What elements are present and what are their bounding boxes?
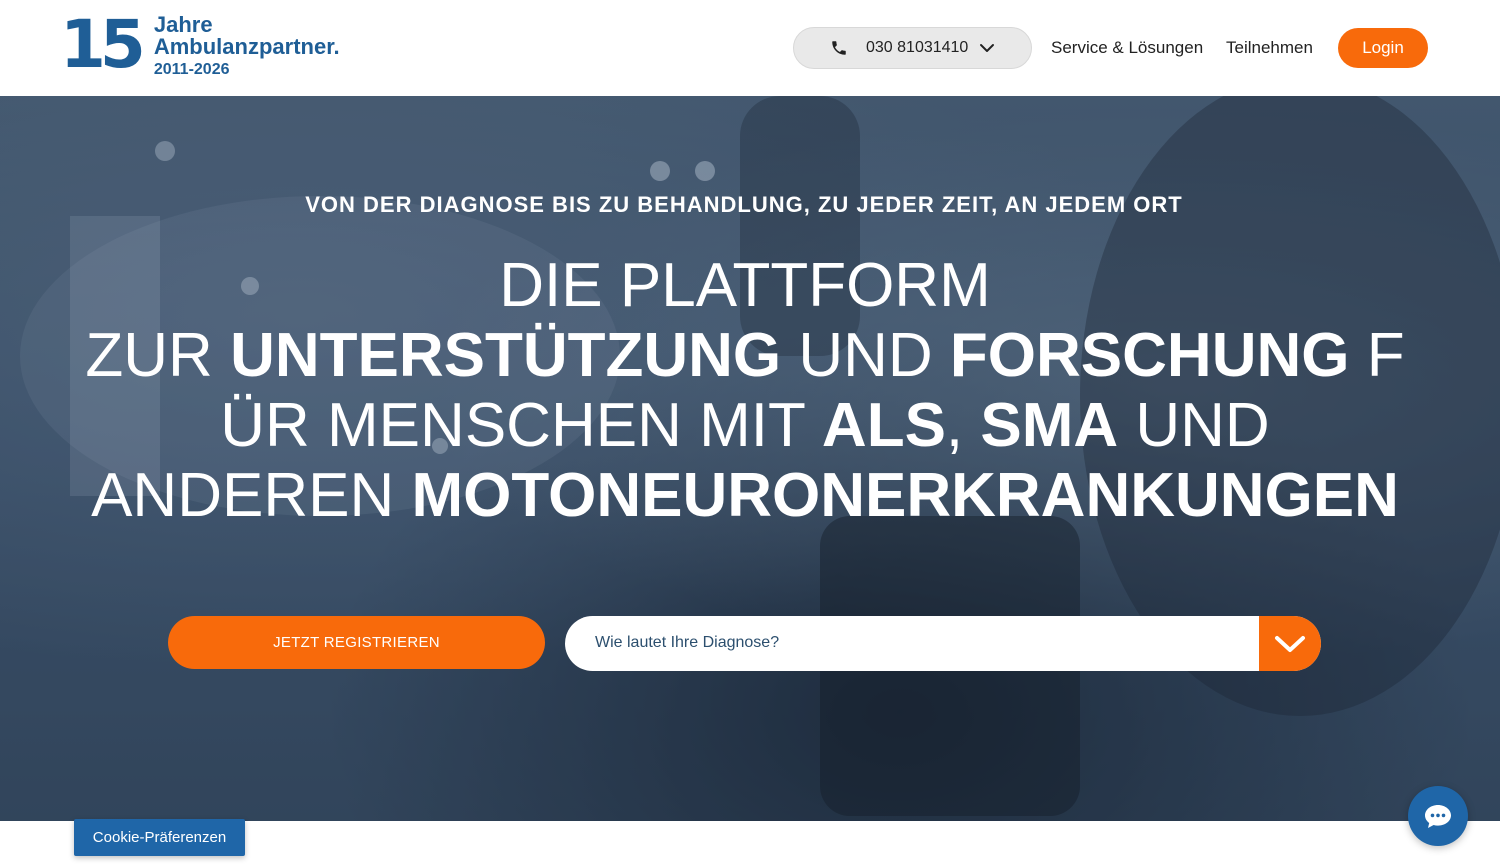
headline-line-3: ÜR MENSCHEN MIT ALS, SMA UND xyxy=(60,391,1430,461)
logo-number: 15 xyxy=(60,6,146,83)
headline-emphasis: SMA xyxy=(980,391,1119,460)
phone-dropdown[interactable]: 030 81031410 xyxy=(793,27,1032,69)
login-button[interactable]: Login xyxy=(1338,28,1428,68)
headline-text: , xyxy=(945,391,981,460)
headline-emphasis: MOTONEURONERKRANKUNGEN xyxy=(411,461,1399,530)
chat-button[interactable] xyxy=(1408,786,1468,846)
hero-headline: DIE PLATTFORM ZUR UNTERSTÜTZUNG UND FORS… xyxy=(60,251,1430,531)
headline-emphasis: ALS xyxy=(821,391,946,460)
register-button[interactable]: JETZT REGISTRIEREN xyxy=(168,616,545,669)
logo-line-2: Ambulanzpartner. xyxy=(153,34,340,59)
nav-service-loesungen[interactable]: Service & Lösungen xyxy=(1051,38,1203,58)
headline-line-2: ZUR UNTERSTÜTZUNG UND FORSCHUNG F xyxy=(60,321,1430,391)
diagnosis-dropdown-button[interactable] xyxy=(1259,616,1321,671)
chevron-down-icon xyxy=(1275,635,1305,652)
diagnosis-select-value: Wie lautet Ihre Diagnose? xyxy=(595,634,780,651)
headline-line-1: DIE PLATTFORM xyxy=(499,251,991,320)
headline-line-4: ANDEREN MOTONEURONERKRANKUNGEN xyxy=(60,461,1430,531)
logo-line-1: Jahre xyxy=(153,12,213,37)
headline-text: F xyxy=(1349,321,1405,390)
phone-icon xyxy=(832,41,846,55)
headline-text: ZUR xyxy=(85,321,231,390)
headline-text: ÜR MENSCHEN MIT xyxy=(220,391,822,460)
cookie-preferences-button[interactable]: Cookie-Präferenzen xyxy=(74,819,245,856)
hero-section: VON DER DIAGNOSE BIS ZU BEHANDLUNG, ZU J… xyxy=(0,96,1500,821)
diagnosis-select[interactable]: Wie lautet Ihre Diagnose? xyxy=(565,616,1321,671)
phone-number: 030 81031410 xyxy=(866,39,969,56)
chat-bubble-icon xyxy=(1425,805,1451,828)
site-header: 15 Jahre Ambulanzpartner. 2011-2026 030 … xyxy=(0,0,1500,96)
hero-tagline: VON DER DIAGNOSE BIS ZU BEHANDLUNG, ZU J… xyxy=(305,192,1183,217)
headline-emphasis: FORSCHUNG xyxy=(949,321,1350,390)
ambulanzpartner-logo[interactable]: 15 Jahre Ambulanzpartner. 2011-2026 xyxy=(60,6,340,83)
chevron-down-icon xyxy=(980,44,994,52)
nav-teilnehmen[interactable]: Teilnehmen xyxy=(1226,38,1313,58)
logo-text: Jahre Ambulanzpartner. 2011-2026 xyxy=(154,14,340,80)
headline-emphasis: UNTERSTÜTZUNG xyxy=(230,321,782,390)
headline-text: UND xyxy=(781,321,950,390)
headline-text: ANDEREN xyxy=(91,461,412,530)
logo-line-3: 2011-2026 xyxy=(153,61,230,78)
headline-text: UND xyxy=(1118,391,1270,460)
